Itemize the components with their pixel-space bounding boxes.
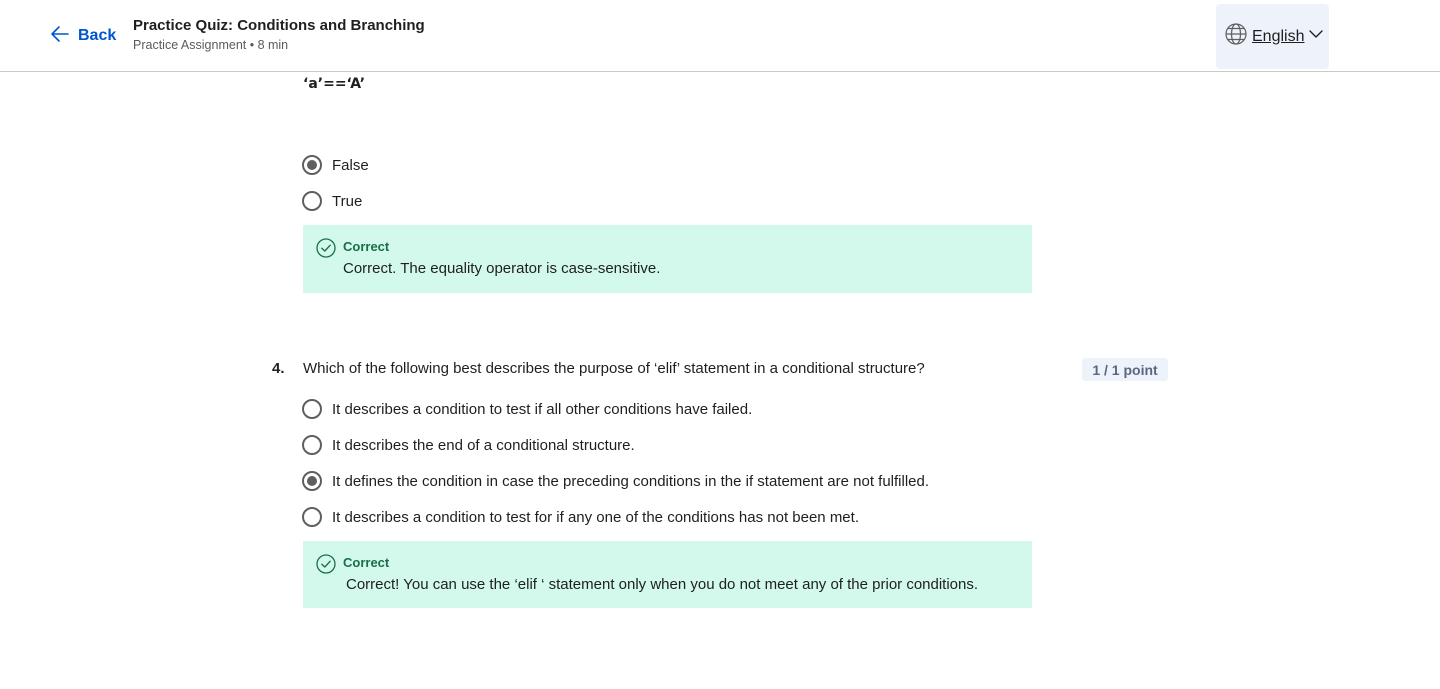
radio-unselected[interactable]: [302, 191, 322, 211]
check-circle-icon: [316, 554, 336, 574]
option-label: It describes a condition to test if all …: [332, 400, 753, 418]
page-title: Practice Quiz: Conditions and Branching: [133, 17, 425, 34]
radio-unselected[interactable]: [302, 399, 322, 419]
language-label: English: [1252, 27, 1305, 45]
radio-selected[interactable]: [302, 471, 322, 491]
question-number: 4.: [272, 360, 285, 377]
chevron-down-icon: [1308, 26, 1324, 47]
option-false[interactable]: False: [302, 155, 369, 175]
feedback-text: Correct. The equality operator is case-s…: [343, 260, 661, 277]
option-4[interactable]: It describes a condition to test for if …: [302, 507, 859, 527]
language-selector[interactable]: English: [1216, 4, 1329, 69]
check-circle-icon: [316, 238, 336, 258]
radio-unselected[interactable]: [302, 435, 322, 455]
feedback-box: Correct Correct! You can use the ‘elif ‘…: [303, 541, 1032, 608]
option-1[interactable]: It describes a condition to test if all …: [302, 399, 752, 419]
top-header: Back Practice Quiz: Conditions and Branc…: [0, 0, 1440, 72]
globe-icon: [1224, 22, 1248, 51]
radio-unselected[interactable]: [302, 507, 322, 527]
back-label: Back: [78, 27, 117, 44]
option-label: It describes a condition to test for if …: [332, 508, 859, 526]
question-text: Which of the following best describes th…: [303, 360, 925, 377]
feedback-box: Correct Correct. The equality operator i…: [303, 225, 1032, 293]
option-true[interactable]: True: [302, 191, 362, 211]
feedback-text: Correct! You can use the ‘elif ‘ stateme…: [346, 576, 979, 593]
option-label: True: [332, 192, 363, 210]
option-label: It describes the end of a conditional st…: [332, 436, 635, 454]
points-badge: 1 / 1 point: [1082, 358, 1168, 381]
option-3[interactable]: It defines the condition in case the pre…: [302, 471, 929, 491]
page-subtitle: Practice Assignment • 8 min: [133, 38, 289, 52]
radio-selected[interactable]: [302, 155, 322, 175]
option-label: It defines the condition in case the pre…: [332, 472, 930, 490]
feedback-status: Correct: [343, 555, 390, 570]
option-2[interactable]: It describes the end of a conditional st…: [302, 435, 635, 455]
question-statement: ‘a’==‘A’: [303, 76, 366, 92]
back-button[interactable]: Back: [50, 24, 116, 48]
arrow-left-icon: [50, 24, 70, 49]
feedback-status: Correct: [343, 239, 390, 254]
title-block: Practice Quiz: Conditions and Branching …: [133, 16, 425, 54]
option-label: False: [332, 156, 369, 174]
